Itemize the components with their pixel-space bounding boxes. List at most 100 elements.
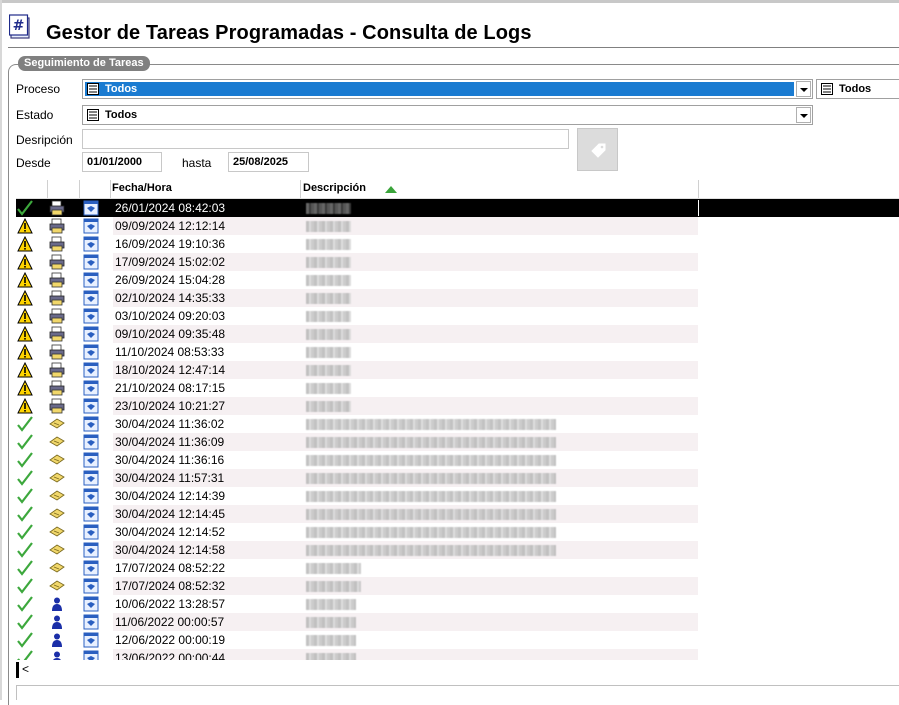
table-row[interactable]: 30/04/2024 12:14:52 bbox=[16, 523, 899, 541]
row-description-redacted bbox=[306, 527, 556, 538]
app-window-icon bbox=[83, 452, 99, 468]
list-icon bbox=[87, 109, 99, 121]
table-row[interactable]: 17/07/2024 08:52:22 bbox=[16, 559, 899, 577]
hasta-label: hasta bbox=[182, 156, 212, 170]
table-row[interactable]: 26/01/2024 08:42:03 bbox=[16, 199, 899, 217]
ok-icon bbox=[17, 560, 33, 576]
ticket-icon bbox=[49, 416, 65, 432]
table-row[interactable]: 09/10/2024 09:35:48 bbox=[16, 325, 899, 343]
warning-icon bbox=[17, 379, 33, 396]
user-icon bbox=[49, 650, 65, 660]
table-row[interactable]: 11/06/2022 00:00:57 bbox=[16, 613, 899, 631]
table-row[interactable]: 11/10/2024 08:53:33 bbox=[16, 343, 899, 361]
table-row[interactable]: 13/06/2022 00:00:44 bbox=[16, 649, 899, 660]
table-row[interactable]: 17/07/2024 08:52:32 bbox=[16, 577, 899, 595]
row-datetime: 11/06/2022 00:00:57 bbox=[115, 615, 225, 629]
table-row[interactable]: 17/09/2024 15:02:02 bbox=[16, 253, 899, 271]
table-row[interactable]: 26/09/2024 15:04:28 bbox=[16, 271, 899, 289]
row-datetime: 23/10/2024 10:21:27 bbox=[115, 399, 226, 413]
column-header-descripcion[interactable]: Descripción bbox=[303, 182, 366, 194]
ok-icon bbox=[17, 200, 33, 216]
warning-icon bbox=[17, 235, 33, 252]
row-description-redacted bbox=[306, 275, 351, 286]
desde-date-input[interactable]: 01/01/2000 bbox=[82, 152, 162, 172]
row-datetime: 17/07/2024 08:52:32 bbox=[115, 579, 226, 593]
printer-icon bbox=[49, 236, 65, 252]
ticket-icon bbox=[49, 452, 65, 468]
log-grid: Fecha/Hora Descripción 26/01/2024 08:42:… bbox=[16, 180, 899, 660]
table-row[interactable]: 09/09/2024 12:12:14 bbox=[16, 217, 899, 235]
row-description-redacted bbox=[306, 383, 351, 394]
ok-icon bbox=[17, 470, 33, 486]
hasta-date-input[interactable]: 25/08/2025 bbox=[228, 152, 309, 172]
printer-icon bbox=[49, 398, 65, 414]
desde-label: Desde bbox=[16, 156, 51, 170]
table-row[interactable]: 30/04/2024 12:14:39 bbox=[16, 487, 899, 505]
scrollbar-thumb[interactable] bbox=[16, 662, 19, 678]
table-row[interactable]: 30/04/2024 12:14:45 bbox=[16, 505, 899, 523]
row-description-redacted bbox=[306, 419, 556, 430]
printer-icon bbox=[49, 254, 65, 270]
row-description-redacted bbox=[306, 473, 556, 484]
row-description-redacted bbox=[306, 221, 351, 232]
estado-select[interactable]: Todos bbox=[82, 105, 813, 125]
column-separator bbox=[110, 180, 111, 198]
proceso-label: Proceso bbox=[16, 82, 61, 96]
row-description-redacted bbox=[306, 311, 351, 322]
row-datetime: 30/04/2024 11:57:31 bbox=[115, 471, 225, 485]
ok-icon bbox=[17, 650, 33, 660]
app-hash-icon: # bbox=[9, 14, 30, 39]
table-row[interactable]: 03/10/2024 09:20:03 bbox=[16, 307, 899, 325]
descripcion-input[interactable] bbox=[82, 129, 569, 149]
row-datetime: 30/04/2024 11:36:02 bbox=[115, 417, 225, 431]
row-datetime: 09/10/2024 09:35:48 bbox=[115, 327, 226, 341]
proceso-selection-highlight bbox=[85, 82, 794, 96]
table-row[interactable]: 30/04/2024 12:14:58 bbox=[16, 541, 899, 559]
row-description-redacted bbox=[306, 329, 351, 340]
table-row[interactable]: 23/10/2024 10:21:27 bbox=[16, 397, 899, 415]
proceso-secondary-select[interactable]: Todos bbox=[816, 79, 899, 99]
table-row[interactable]: 30/04/2024 11:36:09 bbox=[16, 433, 899, 451]
row-datetime: 30/04/2024 11:36:09 bbox=[115, 435, 225, 449]
chevron-down-icon[interactable] bbox=[796, 107, 811, 123]
app-window-icon bbox=[83, 416, 99, 432]
horizontal-scrollbar[interactable]: < bbox=[16, 662, 899, 678]
table-row[interactable]: 18/10/2024 12:47:14 bbox=[16, 361, 899, 379]
row-description-redacted bbox=[306, 347, 351, 358]
estado-label: Estado bbox=[16, 108, 54, 122]
title-divider bbox=[8, 47, 899, 48]
table-row[interactable]: 12/06/2022 00:00:19 bbox=[16, 631, 899, 649]
app-window-icon bbox=[83, 290, 99, 306]
scroll-left-icon[interactable]: < bbox=[22, 662, 29, 676]
row-datetime: 30/04/2024 12:14:45 bbox=[115, 507, 226, 521]
printer-icon bbox=[49, 200, 65, 216]
ok-icon bbox=[17, 632, 33, 648]
table-row[interactable]: 16/09/2024 19:10:36 bbox=[16, 235, 899, 253]
search-button[interactable] bbox=[577, 128, 618, 171]
ticket-icon bbox=[49, 470, 65, 486]
app-window-icon bbox=[83, 434, 99, 450]
ok-icon bbox=[17, 614, 33, 630]
app-window-icon bbox=[83, 236, 99, 252]
ticket-icon bbox=[49, 488, 65, 504]
table-row[interactable]: 10/06/2022 13:28:57 bbox=[16, 595, 899, 613]
table-row[interactable]: 21/10/2024 08:17:15 bbox=[16, 379, 899, 397]
column-header-fecha-hora[interactable]: Fecha/Hora bbox=[112, 182, 172, 194]
table-row[interactable]: 30/04/2024 11:36:16 bbox=[16, 451, 899, 469]
row-datetime: 13/06/2022 00:00:44 bbox=[115, 651, 226, 660]
ok-icon bbox=[17, 578, 33, 594]
app-window-icon bbox=[83, 272, 99, 288]
ok-icon bbox=[17, 542, 33, 558]
warning-icon bbox=[17, 289, 33, 306]
ticket-icon bbox=[49, 434, 65, 450]
table-row[interactable]: 30/04/2024 11:57:31 bbox=[16, 469, 899, 487]
warning-icon bbox=[17, 253, 33, 270]
table-row[interactable]: 02/10/2024 14:35:33 bbox=[16, 289, 899, 307]
ok-icon bbox=[17, 524, 33, 540]
chevron-down-icon[interactable] bbox=[796, 81, 811, 97]
printer-icon bbox=[49, 344, 65, 360]
table-row[interactable]: 30/04/2024 11:36:02 bbox=[16, 415, 899, 433]
proceso-select[interactable]: Todos bbox=[82, 79, 813, 99]
row-datetime: 16/09/2024 19:10:36 bbox=[115, 237, 226, 251]
app-window-icon bbox=[83, 398, 99, 414]
